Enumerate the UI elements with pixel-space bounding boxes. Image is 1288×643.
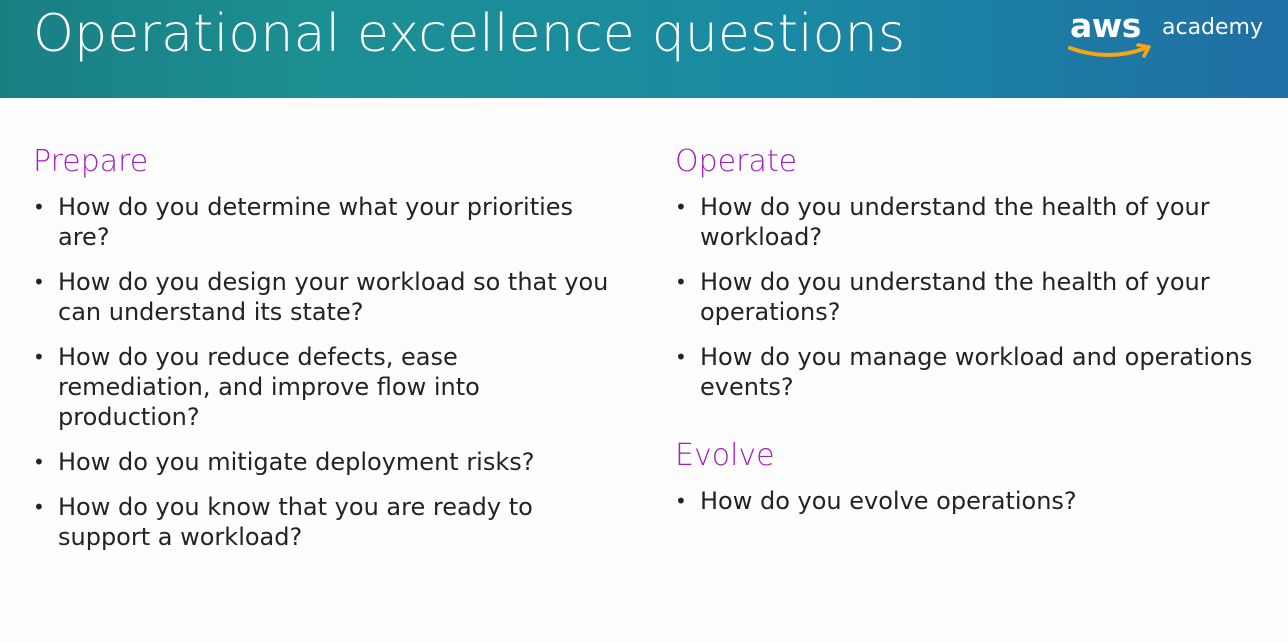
evolve-heading: Evolve [675, 438, 775, 473]
list-item: • How do you manage workload and operatio… [675, 342, 1265, 402]
operate-evolve-column: Operate • How do you understand the healt… [675, 144, 1265, 531]
bullet-icon: • [33, 345, 45, 369]
prepare-question-list: • How do you determine what your prioriti… [33, 192, 613, 552]
question-text: How do you mitigate deployment risks? [58, 448, 535, 476]
logo-subtitle: academy [1162, 15, 1264, 40]
prepare-column: Prepare • How do you determine what your … [33, 144, 613, 567]
question-text: How do you evolve operations? [700, 487, 1077, 515]
list-item: • How do you understand the health of you… [675, 192, 1265, 252]
bullet-icon: • [33, 495, 45, 519]
logo-brand: aws [1070, 6, 1141, 45]
evolve-section: Evolve • How do you evolve operations? [675, 438, 1265, 516]
bullet-icon: • [675, 270, 687, 294]
question-text: How do you understand the health of your… [700, 193, 1210, 251]
operate-question-list: • How do you understand the health of you… [675, 192, 1265, 402]
list-item: • How do you understand the health of you… [675, 267, 1265, 327]
bullet-icon: • [33, 450, 45, 474]
list-item: • How do you mitigate deployment risks? [33, 447, 613, 477]
evolve-question-list: • How do you evolve operations? [675, 486, 1265, 516]
question-text: How do you manage workload and operation… [700, 343, 1253, 401]
slide-title: Operational excellence questions [33, 4, 906, 64]
list-item: • How do you reduce defects, ease remedia… [33, 342, 613, 432]
aws-academy-logo: aws academy [1068, 6, 1268, 68]
slide: Operational excellence questions aws aca… [0, 0, 1288, 643]
bullet-icon: • [675, 345, 687, 369]
list-item: • How do you determine what your prioriti… [33, 192, 613, 252]
list-item: • How do you design your workload so that… [33, 267, 613, 327]
question-text: How do you understand the health of your… [700, 268, 1210, 326]
question-text: How do you design your workload so that … [58, 268, 609, 326]
bullet-icon: • [33, 195, 45, 219]
list-item: • How do you evolve operations? [675, 486, 1265, 516]
prepare-heading: Prepare [33, 144, 149, 179]
bullet-icon: • [675, 489, 687, 513]
header-banner: Operational excellence questions aws aca… [0, 0, 1288, 98]
bullet-icon: • [675, 195, 687, 219]
bullet-icon: • [33, 270, 45, 294]
question-text: How do you determine what your prioritie… [58, 193, 574, 251]
operate-heading: Operate [675, 144, 798, 179]
question-text: How do you know that you are ready to su… [58, 493, 533, 551]
smile-arrow-icon [1068, 43, 1151, 58]
question-text: How do you reduce defects, ease remediat… [58, 343, 480, 431]
list-item: • How do you know that you are ready to s… [33, 492, 613, 552]
